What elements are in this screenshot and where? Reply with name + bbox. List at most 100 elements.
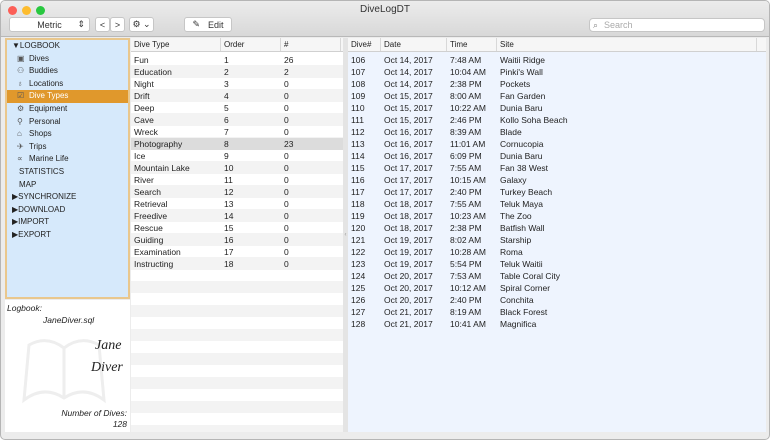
table-row[interactable]: Drift 4 0 [131,90,343,102]
sidebar-item[interactable]: ✈ Trips [7,141,128,154]
table-cell: 125 [351,283,366,293]
gear-menu-button[interactable]: ⚙ ⌄ [129,17,154,32]
table-row[interactable]: 114 Oct 16, 2017 6:09 PM Dunia Baru [348,150,766,162]
table-cell: Oct 17, 2017 [384,187,433,197]
table-row[interactable]: 124 Oct 20, 2017 7:53 AM Table Coral City [348,270,766,282]
table-row[interactable]: Photography 8 23 [131,138,343,150]
table-row[interactable]: Education 2 2 [131,66,343,78]
sidebar-item[interactable]: ▶IMPORT [7,216,128,229]
table-cell: Oct 17, 2017 [384,175,433,185]
table-cell: 10:15 AM [450,175,486,185]
back-button[interactable]: < [95,17,110,32]
table-row[interactable]: Freedive 14 0 [131,210,343,222]
column-header[interactable]: Dive Type [131,38,221,51]
sidebar-item[interactable]: ⚲ Personal [7,116,128,129]
table-row[interactable]: 120 Oct 18, 2017 2:38 PM Batfish Wall [348,222,766,234]
table-cell: 11 [224,175,233,185]
table-cell: Oct 18, 2017 [384,211,433,221]
table-cell: Oct 15, 2017 [384,91,433,101]
column-header[interactable]: Site [497,38,757,51]
table-row[interactable]: 118 Oct 18, 2017 7:55 AM Teluk Maya [348,198,766,210]
table-row[interactable]: 123 Oct 19, 2017 5:54 PM Teluk Waitii [348,258,766,270]
sidebar-item-label: Dive Types [29,91,69,101]
table-row[interactable]: Deep 5 0 [131,102,343,114]
sidebar-item[interactable]: ▣ Dives [7,53,128,66]
table-row[interactable]: Retrieval 13 0 [131,198,343,210]
table-cell: Oct 17, 2017 [384,163,433,173]
sidebar-item-label: STATISTICS [19,166,65,176]
search-input[interactable]: ⌕ Search [589,18,765,32]
table-cell: Dunia Baru [500,151,543,161]
table-row[interactable]: 117 Oct 17, 2017 2:40 PM Turkey Beach [348,186,766,198]
table-row[interactable]: Guiding 16 0 [131,234,343,246]
table-row[interactable]: 128 Oct 21, 2017 10:41 AM Magnifica [348,318,766,330]
sidebar-item[interactable]: STATISTICS [7,166,128,179]
table-row[interactable]: 127 Oct 21, 2017 8:19 AM Black Forest [348,306,766,318]
table-cell: 112 [351,127,365,137]
sidebar-item[interactable]: ∝ Marine Life [7,153,128,166]
sidebar-item[interactable]: ♁ Locations [7,78,128,91]
table-row[interactable]: 115 Oct 17, 2017 7:55 AM Fan 38 West [348,162,766,174]
table-row[interactable]: Instructing 18 0 [131,258,343,270]
sidebar-item[interactable]: ▶DOWNLOAD [7,204,128,217]
table-row[interactable]: 113 Oct 16, 2017 11:01 AM Cornucopia [348,138,766,150]
table-cell: 7:48 AM [450,55,482,65]
table-row[interactable]: Mountain Lake 10 0 [131,162,343,174]
table-row[interactable]: Wreck 7 0 [131,126,343,138]
table-row[interactable]: Cave 6 0 [131,114,343,126]
column-header[interactable]: Dive# [348,38,381,51]
table-row[interactable]: Examination 17 0 [131,246,343,258]
table-cell: Guiding [134,235,164,245]
table-row[interactable]: 108 Oct 14, 2017 2:38 PM Pockets [348,78,766,90]
table-cell: Ice [134,151,146,161]
edit-button[interactable]: ✎ Edit [184,17,232,32]
forward-button[interactable]: > [110,17,125,32]
sidebar-item[interactable]: ⌂ Shops [7,128,128,141]
sidebar-item-label: Marine Life [29,154,69,164]
table-row[interactable]: 116 Oct 17, 2017 10:15 AM Galaxy [348,174,766,186]
table-cell: 2:40 PM [450,295,482,305]
sidebar-item-icon: ▣ [17,53,25,63]
table-cell: 109 [351,91,366,101]
column-header[interactable]: Order [221,38,281,51]
column-header[interactable]: Date [381,38,447,51]
table-row[interactable]: Ice 9 0 [131,150,343,162]
units-select[interactable]: Metric ⇕ [9,17,90,32]
table-cell: 18 [224,259,234,269]
column-header[interactable]: # [281,38,341,51]
table-row[interactable]: 109 Oct 15, 2017 8:00 AM Fan Garden [348,90,766,102]
sidebar-item[interactable]: ▶SYNCHRONIZE [7,191,128,204]
table-row[interactable]: 125 Oct 20, 2017 10:12 AM Spiral Corner [348,282,766,294]
table-row[interactable]: 111 Oct 15, 2017 2:46 PM Kollo Soha Beach [348,114,766,126]
table-row[interactable]: 106 Oct 14, 2017 7:48 AM Waitii Ridge [348,54,766,66]
table-cell: Oct 20, 2017 [384,283,433,293]
sidebar: ▼LOGBOOK ▣ Dives ⚇ Buddies ♁ Locations ☑ Dive Ty… [5,38,130,299]
table-cell: Galaxy [500,175,527,185]
table-row[interactable]: 119 Oct 18, 2017 10:23 AM The Zoo [348,210,766,222]
table-row[interactable]: 112 Oct 16, 2017 8:39 AM Blade [348,126,766,138]
sidebar-item[interactable]: ⚇ Buddies [7,65,128,78]
table-row[interactable]: Night 3 0 [131,78,343,90]
sidebar-item[interactable]: ☑ Dive Types [7,90,128,103]
sidebar-item[interactable]: ⚙ Equipment [7,103,128,116]
table-row[interactable]: Rescue 15 0 [131,222,343,234]
table-cell: 0 [284,151,289,161]
table-row[interactable]: 107 Oct 14, 2017 10:04 AM Pinki's Wall [348,66,766,78]
table-cell: 0 [284,91,289,101]
table-cell: Magnifica [500,319,537,329]
table-row[interactable]: 121 Oct 19, 2017 8:02 AM Starship [348,234,766,246]
table-row[interactable]: 126 Oct 20, 2017 2:40 PM Conchita [348,294,766,306]
sidebar-item[interactable]: ▼LOGBOOK [7,40,128,53]
table-row[interactable]: 110 Oct 15, 2017 10:22 AM Dunia Baru [348,102,766,114]
table-cell: 15 [224,223,234,233]
table-row[interactable]: 122 Oct 19, 2017 10:28 AM Roma [348,246,766,258]
column-header[interactable]: Time [447,38,497,51]
table-row[interactable]: River 11 0 [131,174,343,186]
sidebar-item-label: Locations [29,78,64,88]
table-header: Dive# Date Time Site [348,38,766,52]
table-row[interactable]: Fun 1 26 [131,54,343,66]
table-row[interactable]: Search 12 0 [131,186,343,198]
sidebar-item[interactable]: MAP [7,179,128,192]
table-cell: 16 [224,235,234,245]
sidebar-item[interactable]: ▶EXPORT [7,229,128,242]
